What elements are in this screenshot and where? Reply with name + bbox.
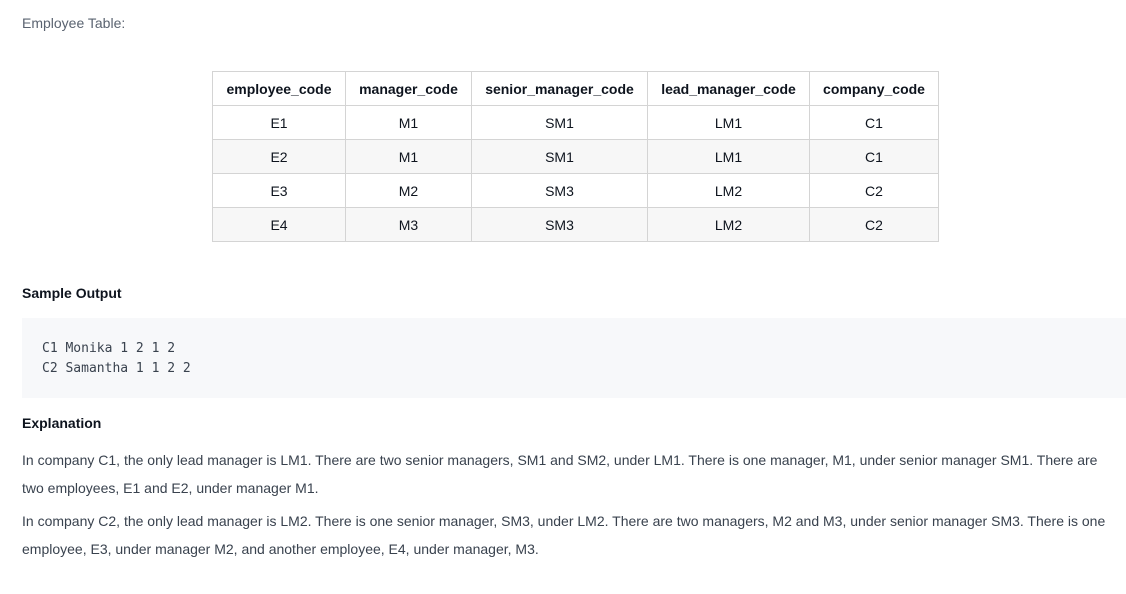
explanation-heading: Explanation — [22, 415, 102, 431]
explanation-paragraph: In company C2, the only lead manager is … — [22, 513, 1106, 557]
table-row: E3 M2 SM3 LM2 C2 — [212, 173, 939, 208]
column-header-company-code: company_code — [809, 71, 939, 106]
column-header-employee-code: employee_code — [212, 71, 346, 106]
table-cell: E1 — [212, 105, 346, 140]
column-header-lead-manager-code: lead_manager_code — [647, 71, 810, 106]
explanation-paragraph: In company C1, the only lead manager is … — [22, 452, 1098, 496]
table-cell: SM3 — [471, 173, 648, 208]
table-row: E4 M3 SM3 LM2 C2 — [212, 207, 939, 242]
employee-table-wrapper: employee_code manager_code senior_manage… — [212, 71, 939, 242]
column-header-senior-manager-code: senior_manager_code — [471, 71, 648, 106]
table-row: E2 M1 SM1 LM1 C1 — [212, 139, 939, 174]
problem-page: Employee Table: employee_code manager_co… — [0, 0, 1126, 594]
table-row: E1 M1 SM1 LM1 C1 — [212, 105, 939, 140]
table-cell: E3 — [212, 173, 346, 208]
table-cell: M2 — [345, 173, 472, 208]
table-cell: C2 — [809, 173, 939, 208]
table-cell: LM1 — [647, 139, 810, 174]
table-cell: E2 — [212, 139, 346, 174]
table-cell: LM2 — [647, 207, 810, 242]
table-cell: M1 — [345, 105, 472, 140]
table-cell: LM2 — [647, 173, 810, 208]
table-cell: LM1 — [647, 105, 810, 140]
table-cell: E4 — [212, 207, 346, 242]
sample-output-heading: Sample Output — [22, 285, 122, 301]
table-caption: Employee Table: — [22, 15, 126, 31]
sample-output-code-block[interactable]: C1 Monika 1 2 1 2 C2 Samantha 1 1 2 2 — [22, 318, 1126, 398]
table-cell: C1 — [809, 139, 939, 174]
table-cell: SM3 — [471, 207, 648, 242]
employee-table: employee_code manager_code senior_manage… — [212, 71, 939, 242]
code-line: C2 Samantha 1 1 2 2 — [42, 361, 191, 376]
table-cell: C2 — [809, 207, 939, 242]
code-line: C1 Monika 1 2 1 2 — [42, 341, 176, 356]
table-cell: M3 — [345, 207, 472, 242]
table-cell: M1 — [345, 139, 472, 174]
table-cell: SM1 — [471, 105, 648, 140]
table-header-row: employee_code manager_code senior_manage… — [212, 71, 939, 106]
column-header-manager-code: manager_code — [345, 71, 472, 106]
table-cell: SM1 — [471, 139, 648, 174]
table-cell: C1 — [809, 105, 939, 140]
